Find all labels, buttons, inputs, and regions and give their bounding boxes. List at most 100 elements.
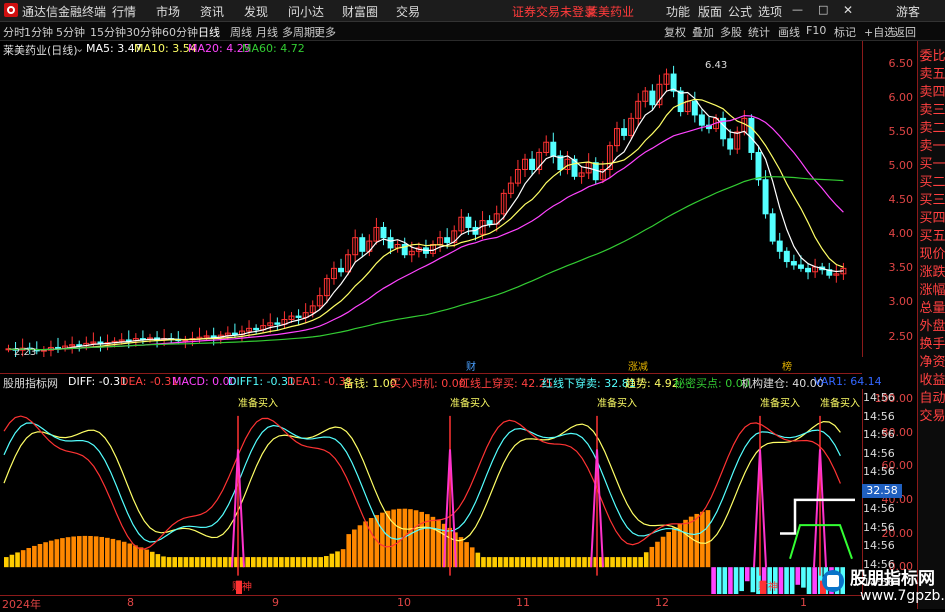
- panel-item-17[interactable]: 净资: [919, 351, 945, 370]
- tool-5[interactable]: F10: [806, 24, 826, 37]
- event-finance[interactable]: 财: [466, 358, 476, 373]
- menu-options[interactable]: 选项: [758, 3, 782, 20]
- indicator-chart[interactable]: 准备买入 准备买入 准备买入 准备买入 准备买入财神 财神: [0, 389, 862, 594]
- candle-body: [274, 322, 281, 325]
- period-toolbar: 分时 1分钟 5分钟 15分钟 30分钟 60分钟 日线 周线 月线 多周期 更多 复权 叠加 多股 统计画…: [0, 22, 945, 41]
- indicator-bar: [621, 557, 627, 568]
- tab-6[interactable]: 日线: [198, 24, 220, 40]
- menu-quotes[interactable]: 行情: [112, 3, 136, 20]
- candle-body: [649, 90, 656, 106]
- indicator-bar: [789, 567, 795, 594]
- indicator-bar: [60, 538, 65, 568]
- panel-item-14[interactable]: 总量: [919, 297, 945, 316]
- tool-1[interactable]: 叠加: [692, 24, 714, 40]
- panel-item-19[interactable]: 自动: [919, 387, 945, 406]
- indicator-bar: [116, 540, 121, 568]
- tool-4[interactable]: 画线: [778, 24, 800, 40]
- menu-function[interactable]: 功能: [666, 3, 690, 20]
- indicator-bar: [542, 557, 548, 568]
- indicator-bar: [318, 557, 323, 568]
- buy-signal-label: 准备买入: [238, 396, 278, 409]
- indicator-bar: [256, 557, 262, 568]
- indicator-bar: [503, 557, 509, 568]
- indicator-bar: [155, 554, 161, 568]
- event-list[interactable]: 榜: [782, 358, 792, 373]
- indicator-bar: [666, 531, 671, 568]
- minimize-icon[interactable]: —: [792, 3, 803, 16]
- tab-3[interactable]: 15分钟: [90, 24, 126, 40]
- panel-item-15[interactable]: 外盘: [919, 315, 945, 334]
- candle-body: [380, 226, 387, 239]
- panel-item-9[interactable]: 买四: [919, 207, 945, 226]
- tool-8[interactable]: 返回: [894, 24, 916, 40]
- menu-discover[interactable]: 发现: [244, 3, 268, 20]
- indicator-bar: [492, 557, 497, 568]
- watermark-logo-icon: [822, 570, 844, 592]
- panel-item-1[interactable]: 卖五: [919, 63, 945, 82]
- tab-4[interactable]: 30分钟: [126, 24, 162, 40]
- indicator-bar: [526, 557, 531, 568]
- panel-item-2[interactable]: 卖四: [919, 81, 945, 100]
- date-label-5: 12: [655, 596, 669, 609]
- panel-item-11[interactable]: 现价: [919, 243, 945, 262]
- indicator-bar: [183, 557, 189, 568]
- indicator-bar: [531, 557, 537, 568]
- event-bar: 财 涨减 榜: [0, 358, 862, 373]
- panel-item-4[interactable]: 卖二: [919, 117, 945, 136]
- panel-item-10[interactable]: 买五: [919, 225, 945, 244]
- candle-body: [621, 128, 628, 136]
- menu-news[interactable]: 资讯: [200, 3, 224, 20]
- menu-ask[interactable]: 问小达: [288, 3, 324, 20]
- chevron-down-icon[interactable]: ⌄: [75, 42, 84, 55]
- tool-3[interactable]: 统计: [748, 24, 770, 40]
- price-tick-6: 3.50: [888, 261, 914, 275]
- candle-body: [125, 339, 132, 342]
- maximize-icon[interactable]: □: [818, 3, 828, 16]
- panel-item-0[interactable]: 委比: [919, 45, 945, 64]
- panel-item-20[interactable]: 交易: [919, 405, 945, 424]
- finance-god-label: 财神: [232, 580, 252, 593]
- tab-5[interactable]: 60分钟: [162, 24, 198, 40]
- tab-2[interactable]: 5分钟: [56, 24, 85, 40]
- ma10-line: [8, 98, 844, 351]
- menu-formula[interactable]: 公式: [728, 3, 752, 20]
- tab-7[interactable]: 周线: [230, 24, 252, 40]
- menu-trade[interactable]: 交易: [396, 3, 420, 20]
- tool-6[interactable]: 标记: [834, 24, 856, 40]
- indicator-bar: [245, 557, 250, 568]
- tool-2[interactable]: 多股: [720, 24, 742, 40]
- panel-item-13[interactable]: 涨幅: [919, 279, 945, 298]
- menu-market[interactable]: 市场: [156, 3, 180, 20]
- panel-item-6[interactable]: 买一: [919, 153, 945, 172]
- menu-layout[interactable]: 版面: [698, 3, 722, 20]
- tool-0[interactable]: 复权: [664, 24, 686, 40]
- close-icon[interactable]: ✕: [843, 3, 853, 17]
- buy-signal-label: 准备买入: [450, 396, 490, 409]
- tab-0[interactable]: 分时: [3, 24, 25, 40]
- user-guest[interactable]: 游客: [896, 3, 920, 20]
- candle-body: [783, 250, 790, 263]
- indicator-bar: [65, 537, 71, 568]
- panel-item-12[interactable]: 涨跌: [919, 261, 945, 280]
- tool-7[interactable]: +自选: [864, 24, 895, 40]
- panel-item-3[interactable]: 卖三: [919, 99, 945, 118]
- event-limit[interactable]: 涨减: [628, 358, 648, 373]
- candle-body: [295, 315, 302, 318]
- candle-body: [776, 240, 783, 252]
- indicator-bar: [352, 529, 357, 568]
- panel-item-7[interactable]: 买二: [919, 171, 945, 190]
- panel-item-5[interactable]: 卖一: [919, 135, 945, 154]
- panel-item-18[interactable]: 收益: [919, 369, 945, 388]
- indicator-bar: [127, 543, 133, 568]
- candlestick-chart[interactable]: 6.43 2.23: [0, 57, 862, 357]
- tab-1[interactable]: 1分钟: [24, 24, 53, 40]
- diff-value: DIFF: -0.31: [68, 375, 128, 388]
- tab-8[interactable]: 月线: [256, 24, 278, 40]
- trade-login-notice[interactable]: 证券交易未登录: [512, 3, 596, 20]
- panel-item-16[interactable]: 换手: [919, 333, 945, 352]
- tab-9[interactable]: 多周期: [282, 24, 315, 40]
- ma60-line: [8, 176, 844, 351]
- menu-wealth[interactable]: 财富圈: [342, 3, 378, 20]
- panel-item-8[interactable]: 买三: [919, 189, 945, 208]
- tab-10[interactable]: 更多: [314, 24, 336, 40]
